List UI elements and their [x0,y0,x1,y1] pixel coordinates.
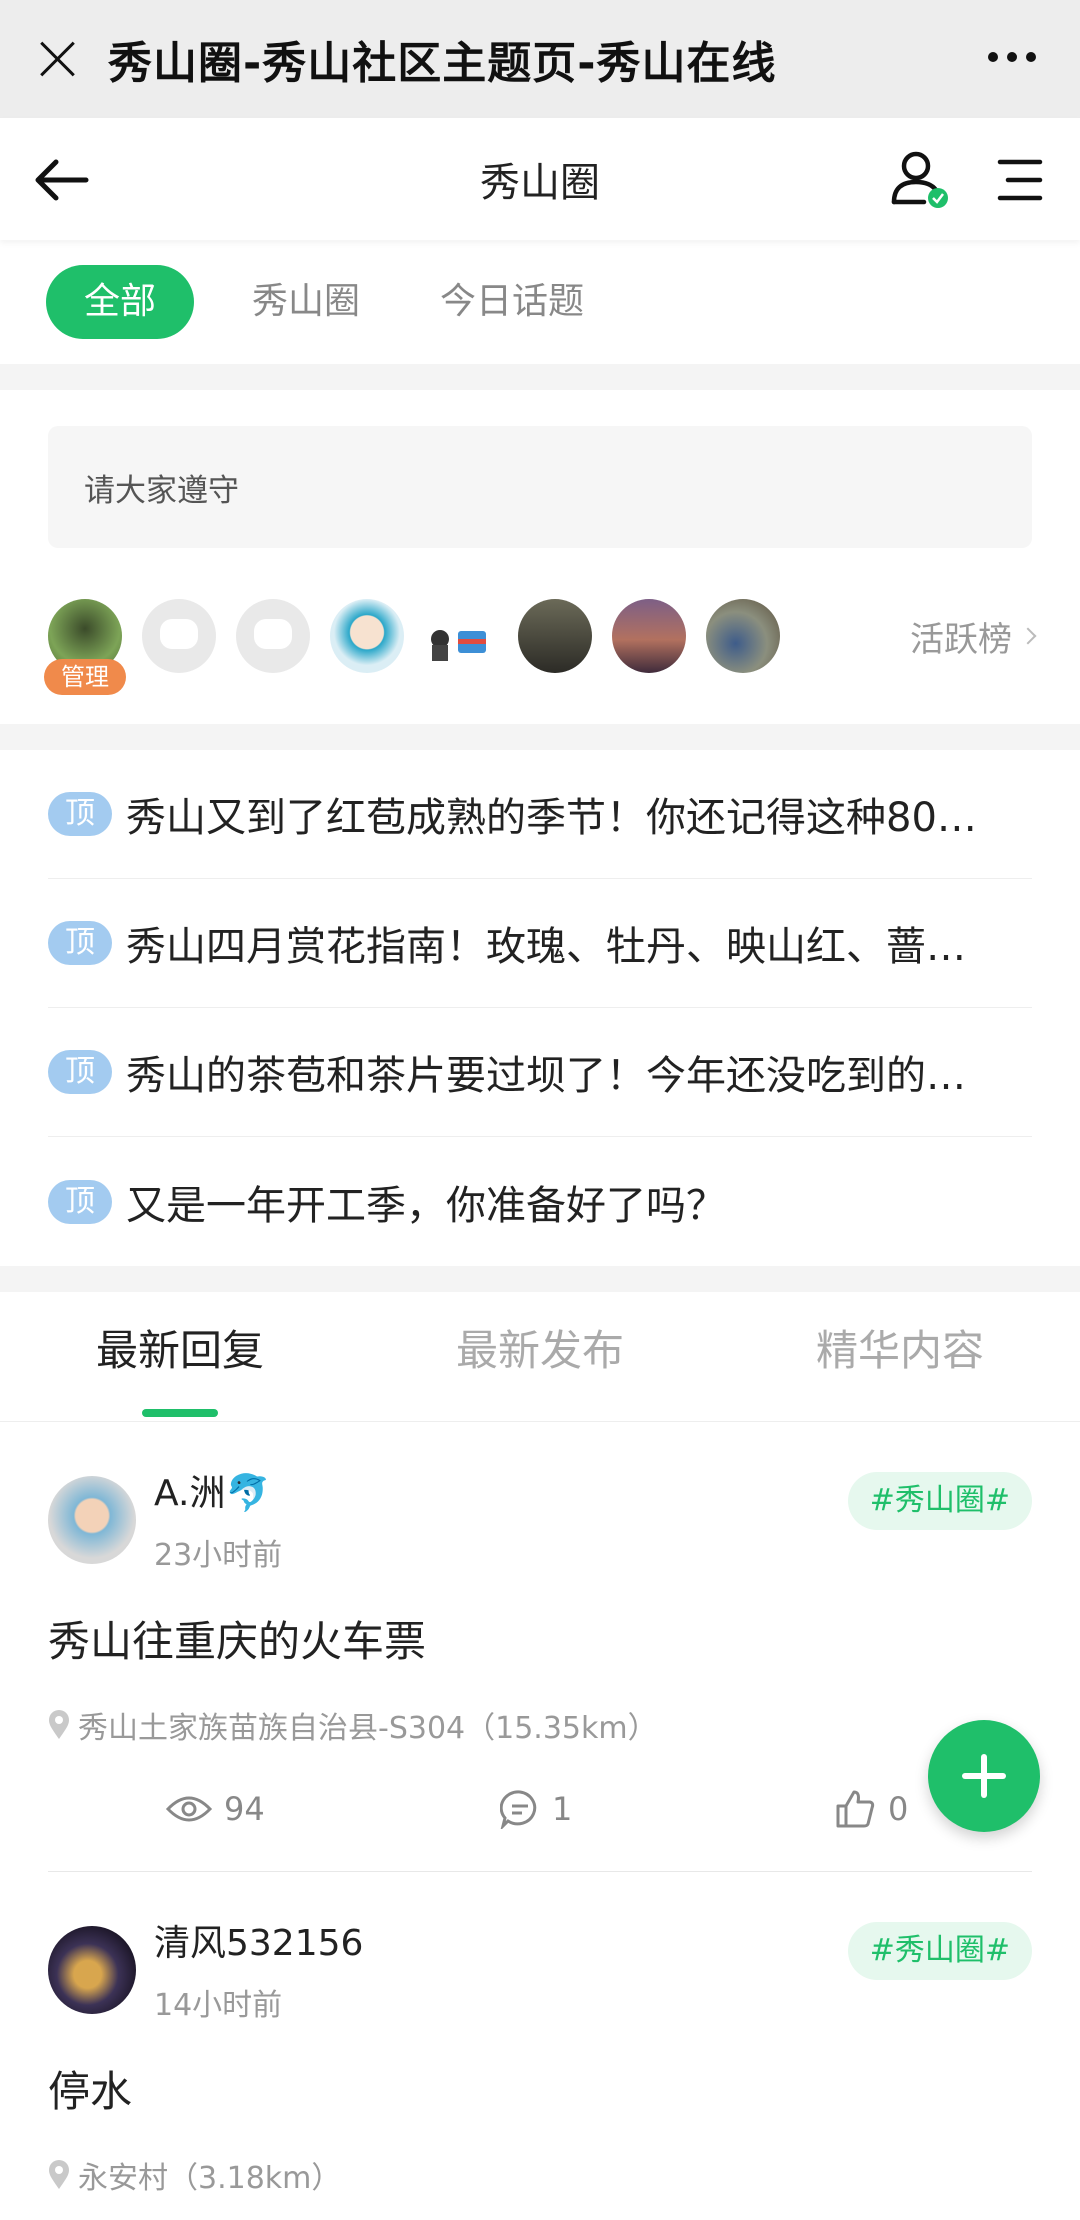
comments-stat[interactable]: 1 [500,1789,572,1829]
pinned-badge: 顶 [48,921,112,965]
views-count: 94 [224,1790,265,1828]
location-icon [49,1710,69,1739]
notice-banner[interactable]: 请大家遵守 [48,426,1032,548]
back-arrow-icon[interactable] [30,156,90,204]
post-username[interactable]: 清风532156 [154,1914,363,1966]
post-location: 秀山土家族苗族自治县-S304（15.35km） [48,1703,1032,1747]
avatar[interactable] [330,599,404,673]
chevron-right-icon [1019,627,1037,645]
post-card[interactable]: 清风532156 14小时前 #秀山圈# 停水 永安村（3.18km） [0,1872,1080,2197]
feed-tabs: 最新回复 最新发布 精华内容 [0,1292,1080,1422]
likes-stat[interactable]: 0 [834,1788,908,1830]
post-location: 永安村（3.18km） [48,2153,1032,2197]
views-stat: 94 [166,1790,265,1828]
post-card[interactable]: A.洲🐬 23小时前 #秀山圈# 秀山往重庆的火车票 秀山土家族苗族自治县-S3… [0,1422,1080,1871]
avatar[interactable] [706,599,780,673]
active-rank-link[interactable]: 活跃榜 [910,548,1037,724]
pinned-item[interactable]: 顶 秀山的茶苞和茶片要过坝了！今年还没吃到的… [48,1008,1032,1137]
admin-badge: 管理 [44,659,126,695]
pinned-item[interactable]: 顶 又是一年开工季，你准备好了吗？ [48,1137,1032,1266]
topic-tag[interactable]: #秀山圈# [847,1922,1032,1980]
pinned-list: 顶 秀山又到了红苞成熟的季节！你还记得这种80… 顶 秀山四月赏花指南！玫瑰、牡… [0,750,1080,1266]
pinned-badge: 顶 [48,1179,112,1224]
likes-count: 0 [888,1790,909,1828]
topic-tag[interactable]: #秀山圈# [847,1472,1032,1530]
post-username[interactable]: A.洲🐬 [154,1464,282,1516]
filter-bar: 全部 秀山圈 今日话题 [0,240,1080,364]
tab-latest-reply[interactable]: 最新回复 [0,1292,360,1421]
filter-chip-all[interactable]: 全部 [46,265,195,339]
filter-chip-today-topic[interactable]: 今日话题 [418,265,606,339]
pinned-title: 秀山四月赏花指南！玫瑰、牡丹、映山红、蔷… [126,924,966,970]
active-members: 管理 活跃榜 [0,548,1080,724]
close-icon[interactable] [36,38,78,80]
section-gap [0,364,1080,390]
location-text: 秀山土家族苗族自治县-S304（15.35km） [78,1711,658,1746]
pinned-badge: 顶 [48,1050,112,1094]
avatar[interactable] [142,599,216,673]
menu-icon[interactable] [994,156,1046,204]
post-title[interactable]: 停水 [48,2058,1032,2119]
section-gap [0,724,1080,750]
top-nav: 秀山圈 [0,118,1080,240]
pinned-title: 秀山的茶苞和茶片要过坝了！今年还没吃到的… [126,1053,966,1099]
avatar[interactable] [518,599,592,673]
avatar[interactable] [612,599,686,673]
location-text: 永安村（3.18km） [78,2161,342,2196]
comment-icon [500,1790,537,1829]
section-gap [0,1266,1080,1292]
avatar[interactable] [48,1476,136,1564]
eye-icon [166,1796,212,1822]
add-post-button[interactable] [928,1720,1040,1832]
post-stats: 94 1 0 [48,1747,1032,1871]
avatar[interactable] [48,1926,136,2014]
avatar[interactable]: 管理 [44,599,126,695]
tab-latest-post[interactable]: 最新发布 [360,1292,720,1421]
avatar[interactable] [424,599,498,673]
location-icon [49,2160,69,2189]
thumbs-up-icon [836,1790,875,1828]
browser-title: 秀山圈-秀山社区主题页-秀山在线 [108,38,777,89]
post-time: 14小时前 [154,1988,283,2023]
notice-section: 请大家遵守 [0,390,1080,548]
pinned-title: 又是一年开工季，你准备好了吗？ [126,1182,726,1229]
pinned-badge: 顶 [48,792,112,836]
post-time: 23小时前 [154,1538,283,1573]
page-title: 秀山圈 [480,160,600,206]
avatar-image [431,630,486,661]
avatar[interactable] [236,599,310,673]
pinned-item[interactable]: 顶 秀山又到了红苞成熟的季节！你还记得这种80… [48,750,1032,879]
pinned-title: 秀山又到了红苞成熟的季节！你还记得这种80… [126,795,977,841]
comments-count: 1 [552,1790,573,1828]
pinned-item[interactable]: 顶 秀山四月赏花指南！玫瑰、牡丹、映山红、蔷… [48,879,1032,1008]
post-title[interactable]: 秀山往重庆的火车票 [48,1608,1032,1669]
filter-chip-xiushanquan[interactable]: 秀山圈 [230,265,382,339]
tab-featured[interactable]: 精华内容 [720,1292,1080,1421]
browser-bar: 秀山圈-秀山社区主题页-秀山在线 [0,0,1080,118]
more-icon[interactable] [988,52,1036,62]
active-rank-label: 活跃榜 [910,619,1012,660]
user-icon[interactable] [890,148,952,210]
